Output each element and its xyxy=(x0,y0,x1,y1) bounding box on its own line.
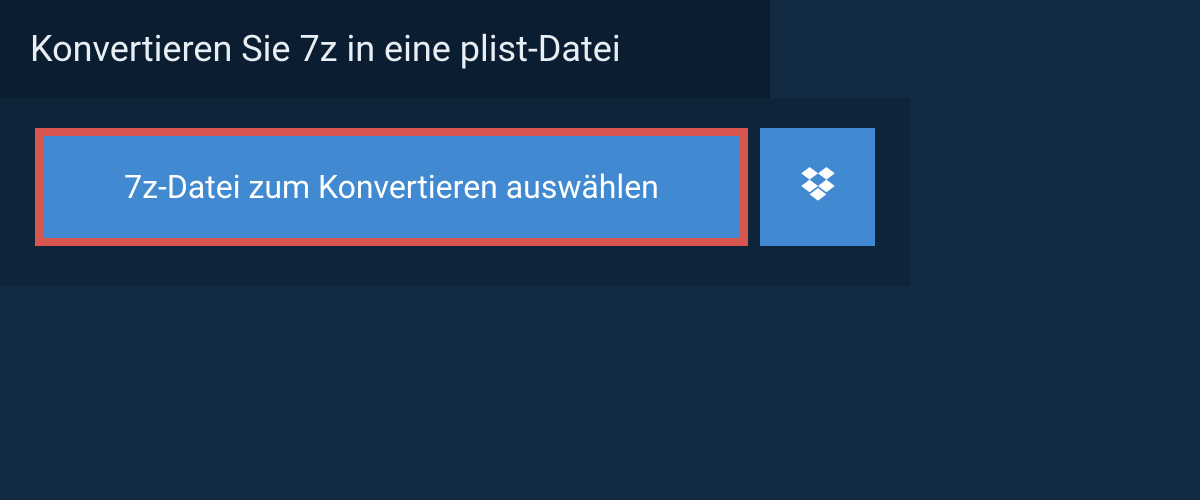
select-file-button[interactable]: 7z-Datei zum Konvertieren auswählen xyxy=(35,128,748,246)
dropbox-icon xyxy=(797,167,839,207)
content-panel: 7z-Datei zum Konvertieren auswählen xyxy=(0,98,910,286)
button-row: 7z-Datei zum Konvertieren auswählen xyxy=(35,128,875,246)
header-bar: Konvertieren Sie 7z in eine plist-Datei xyxy=(0,0,770,98)
select-file-label: 7z-Datei zum Konvertieren auswählen xyxy=(124,168,659,206)
page-title: Konvertieren Sie 7z in eine plist-Datei xyxy=(30,28,740,70)
dropbox-button[interactable] xyxy=(760,128,875,246)
